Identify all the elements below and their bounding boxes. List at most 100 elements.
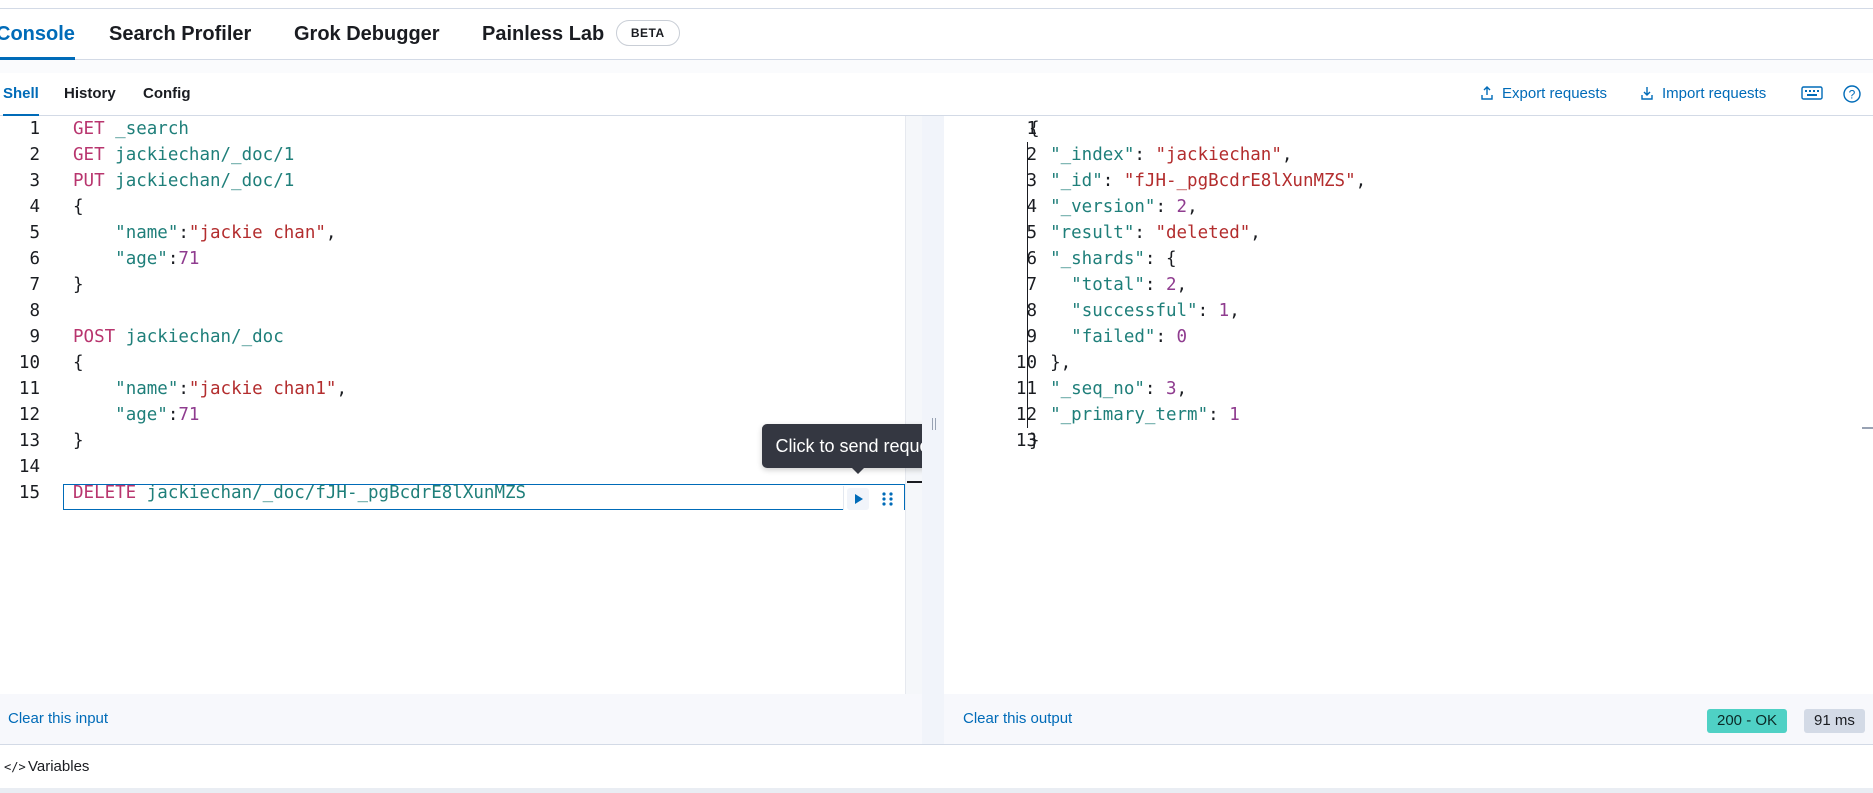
response-code-text: "_seq_no": 3, <box>1029 376 1187 402</box>
request-token <box>105 171 116 191</box>
request-token: "jackie chan1" <box>188 379 337 399</box>
request-token <box>136 483 147 503</box>
request-token: : <box>178 379 189 399</box>
response-code-text: { <box>1029 116 1040 142</box>
tab-history[interactable]: History <box>64 73 116 115</box>
response-token <box>1029 301 1071 321</box>
request-token: : <box>167 249 179 269</box>
request-token: "age" <box>115 405 168 425</box>
response-token: 2 <box>1176 197 1188 217</box>
response-token: : <box>1102 171 1124 191</box>
response-token: : { <box>1144 249 1177 269</box>
help-icon[interactable]: ? <box>1842 84 1864 104</box>
response-code-text: "_index": "jackiechan", <box>1029 142 1292 168</box>
pane-resizer[interactable] <box>922 116 944 744</box>
tab-search-profiler[interactable]: Search Profiler <box>109 9 251 59</box>
request-token: jackiechan/_doc/1 <box>115 145 295 165</box>
more-vertical-icon <box>882 492 893 506</box>
response-code-text: "failed": 0 <box>1029 324 1187 350</box>
tab-config[interactable]: Config <box>143 73 190 115</box>
status-badge: 200 - OK <box>1707 709 1788 733</box>
response-token: : <box>1155 197 1177 217</box>
main-tabs: Console Search Profiler Grok Debugger Pa… <box>0 9 1873 60</box>
response-token <box>1029 379 1050 399</box>
response-token: , <box>1229 301 1240 321</box>
nav-spacer <box>0 60 1873 73</box>
response-token: "_id" <box>1050 171 1103 191</box>
request-code-text: "name":"jackie chan", <box>73 220 336 246</box>
response-token: } <box>1029 431 1040 451</box>
keyboard-icon[interactable] <box>1801 84 1823 104</box>
request-token: GET <box>73 145 105 165</box>
request-editor-scrollbar[interactable] <box>905 116 923 694</box>
response-token: , <box>1250 223 1261 243</box>
request-line-number: 4 <box>29 197 40 217</box>
request-code-text: "age":71 <box>73 402 199 428</box>
tab-painless-lab[interactable]: Painless Lab BETA <box>482 9 680 59</box>
console-toolbar: Shell History Config Export requests Imp… <box>0 73 1873 116</box>
request-token: "jackie chan" <box>188 223 326 243</box>
response-code-text: } <box>1029 428 1040 454</box>
response-token: "successful" <box>1071 301 1198 321</box>
beta-badge: BETA <box>615 19 680 46</box>
bottom-border <box>0 788 1873 793</box>
response-token: 1 <box>1229 405 1240 425</box>
response-code-text: "result": "deleted", <box>1029 220 1261 246</box>
request-menu-button[interactable] <box>878 488 898 510</box>
resizer-grip-icon <box>932 418 936 430</box>
request-code-text: { <box>73 194 84 220</box>
variables-bar[interactable]: </> Variables <box>0 744 1873 789</box>
response-token: : <box>1197 301 1219 321</box>
tab-shell-label: Shell <box>3 85 39 102</box>
response-token <box>1029 223 1050 243</box>
clear-output-button[interactable]: Clear this output <box>963 710 1072 727</box>
request-token <box>73 249 115 269</box>
response-token: { <box>1029 119 1040 139</box>
response-token <box>1029 275 1071 295</box>
request-token <box>105 145 116 165</box>
response-token: "result" <box>1050 223 1135 243</box>
response-token: , <box>1355 171 1367 191</box>
request-token <box>73 405 115 425</box>
response-token: : <box>1208 405 1230 425</box>
send-request-button[interactable] <box>847 488 869 510</box>
import-requests-button[interactable]: Import requests <box>1640 73 1766 115</box>
response-token: "total" <box>1071 275 1145 295</box>
request-token: "name" <box>115 379 179 399</box>
response-code-text: "total": 2, <box>1029 272 1187 298</box>
clear-input-button[interactable]: Clear this input <box>8 710 108 727</box>
request-code-text: PUT jackiechan/_doc/1 <box>73 168 294 194</box>
request-token: DELETE <box>73 483 137 503</box>
tab-grok-debugger[interactable]: Grok Debugger <box>294 9 440 59</box>
request-token <box>105 119 116 139</box>
request-token: } <box>73 275 84 295</box>
request-token <box>73 379 115 399</box>
tooltip-arrow <box>851 467 865 474</box>
response-token: 0 <box>1176 327 1188 347</box>
request-token: 71 <box>178 249 200 269</box>
response-token <box>1029 197 1050 217</box>
response-token: "_primary_term" <box>1050 405 1209 425</box>
response-code-text: "_id": "fJH-_pgBcdrE8lXunMZS", <box>1029 168 1366 194</box>
request-line-number: 1 <box>29 119 40 139</box>
request-token: "age" <box>115 249 168 269</box>
scroll-position-marker <box>907 481 922 483</box>
export-requests-button[interactable]: Export requests <box>1480 73 1607 115</box>
response-code-text: "_primary_term": 1 <box>1029 402 1240 428</box>
response-code-text: "_version": 2, <box>1029 194 1198 220</box>
tab-shell[interactable]: Shell <box>3 73 39 116</box>
tab-search-profiler-label: Search Profiler <box>109 23 252 45</box>
request-line-number: 12 <box>18 405 40 425</box>
request-token: : <box>178 223 189 243</box>
import-requests-label: Import requests <box>1662 85 1767 102</box>
request-code-text: } <box>73 428 84 454</box>
response-token: "_seq_no" <box>1050 379 1145 399</box>
export-requests-label: Export requests <box>1502 85 1608 102</box>
code-icon: </> <box>4 760 26 774</box>
tab-console[interactable]: Console <box>0 9 75 60</box>
request-token: "name" <box>115 223 179 243</box>
request-token: { <box>73 197 84 217</box>
response-token <box>1029 327 1071 347</box>
response-token: , <box>1281 145 1293 165</box>
request-token: POST <box>73 327 116 347</box>
